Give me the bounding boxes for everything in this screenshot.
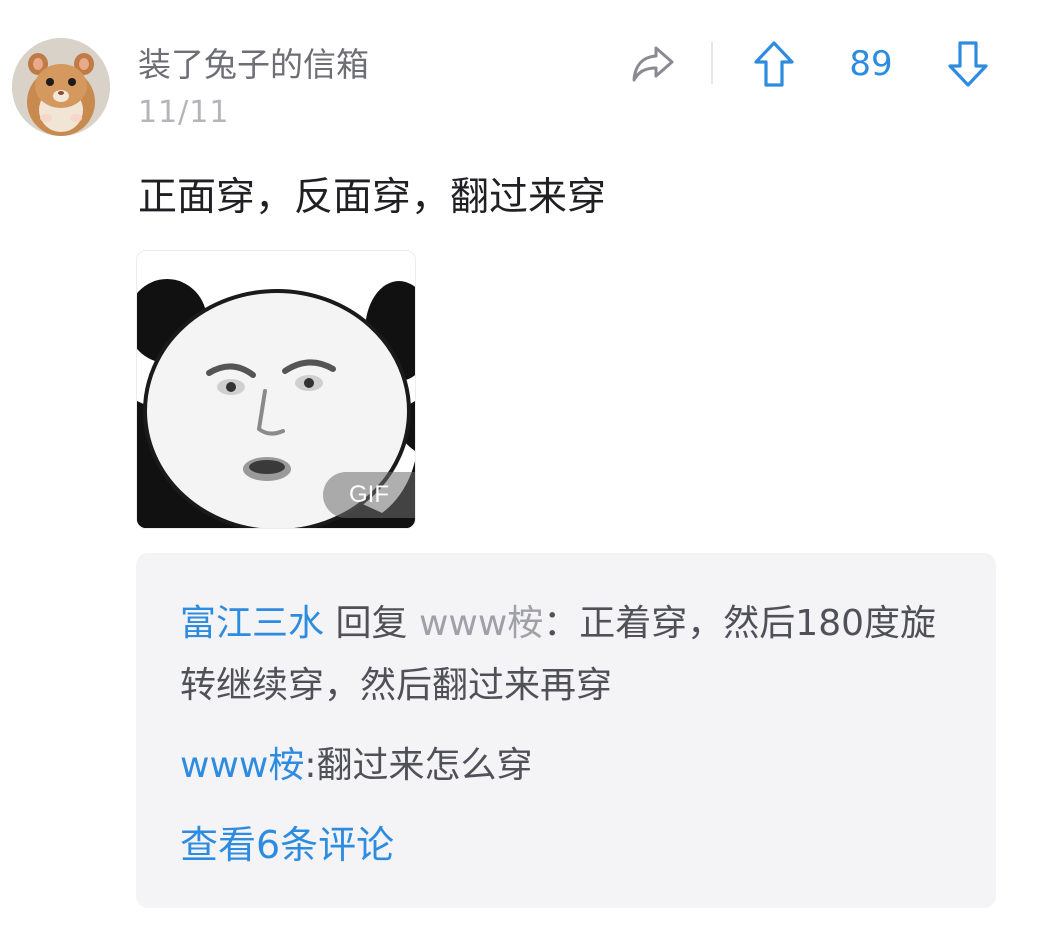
downvote-button[interactable]: [944, 38, 992, 90]
reply-target[interactable]: www桉: [419, 603, 543, 644]
post-date: 11/11: [138, 95, 230, 130]
action-divider: [711, 42, 713, 84]
author-name[interactable]: 装了兔子的信箱: [138, 42, 369, 88]
gif-thumbnail[interactable]: GIF: [136, 250, 416, 529]
view-comments-link[interactable]: 查看6条评论: [180, 815, 394, 875]
post-content: 正面穿，反面穿，翻过来穿: [138, 175, 607, 220]
reply-comment[interactable]: 富江三水 回复 www桉：正着穿，然后180度旋转继续穿，然后翻过来再穿: [180, 593, 960, 717]
share-button[interactable]: [628, 40, 678, 88]
comment-text: 翻过来怎么穿: [316, 745, 533, 786]
comments-preview: 富江三水 回复 www桉：正着穿，然后180度旋转继续穿，然后翻过来再穿 www…: [136, 553, 996, 908]
comment[interactable]: www桉:翻过来怎么穿: [180, 735, 960, 797]
comment-separator: :: [304, 745, 317, 786]
upvote-button[interactable]: [750, 38, 798, 90]
arrow-up-icon: [754, 41, 794, 87]
arrow-down-icon: [948, 41, 988, 87]
vote-count: 89: [849, 44, 893, 84]
reply-author[interactable]: 富江三水: [180, 603, 324, 644]
avatar[interactable]: [12, 38, 110, 136]
share-icon: [632, 46, 674, 82]
gif-badge: GIF: [323, 472, 415, 518]
reply-separator: ：: [543, 603, 580, 644]
comment-author[interactable]: www桉: [180, 745, 304, 786]
hamster-avatar-icon: [12, 38, 110, 136]
reply-verb: 回复: [335, 603, 408, 644]
